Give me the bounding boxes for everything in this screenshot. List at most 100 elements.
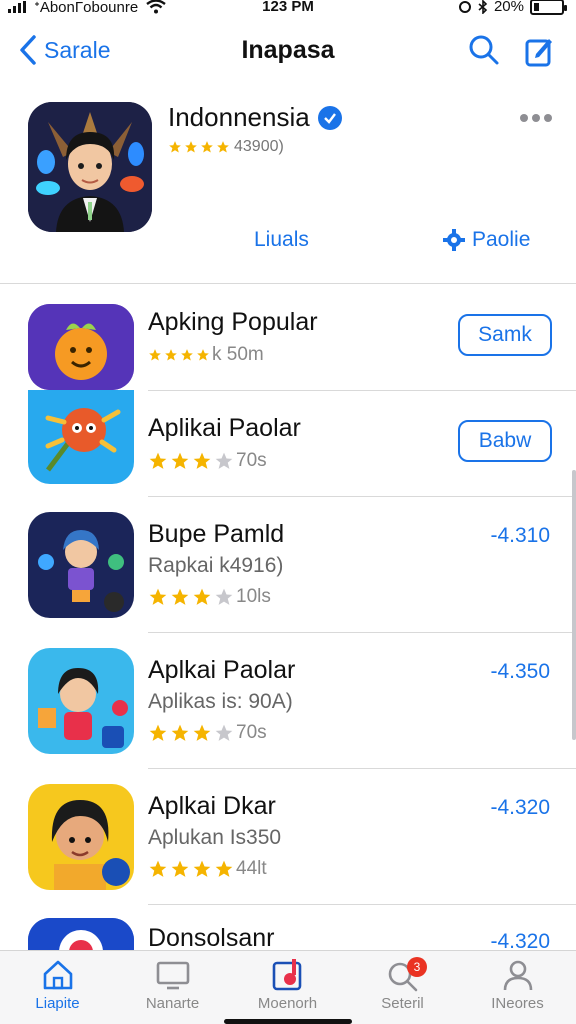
star-icon: [171, 452, 189, 469]
app-title: Apking Popular: [148, 308, 318, 336]
tab-today[interactable]: Nanarte: [115, 955, 230, 1012]
price-button[interactable]: -4.350: [490, 660, 550, 684]
featured-app: Indonnensia 43900) Liuals Paolie: [0, 100, 576, 284]
rating-count: 10ls: [236, 586, 271, 607]
featured-app-title[interactable]: Indonnensia: [168, 102, 342, 133]
list-item[interactable]: Apking Popular k 50m Samk: [0, 304, 576, 404]
star-rating: [148, 723, 234, 743]
tab-bar: Liapite Nanarte Moenorh 3 Seteril INeore…: [0, 950, 576, 1024]
divider: [148, 768, 576, 769]
tab-apps[interactable]: Moenorh: [230, 955, 345, 1012]
profile-link-label: Paolie: [472, 228, 531, 251]
tab-label: Nanarte: [145, 995, 200, 1012]
tab-label: Seteril: [381, 995, 424, 1012]
star-icon: [149, 588, 167, 605]
apps-icon: [272, 959, 301, 991]
app-title: Bupe Pamld: [148, 520, 285, 548]
star-icon: [185, 141, 197, 153]
star-icon: [193, 588, 211, 605]
tab-home[interactable]: Liapite: [0, 955, 115, 1012]
star-icon: [171, 724, 189, 741]
star-icon: [193, 724, 211, 741]
app-icon: [28, 918, 134, 950]
person-icon: [503, 960, 532, 991]
reviews-link[interactable]: Liuals: [254, 228, 309, 252]
verified-badge-icon: [317, 105, 342, 130]
star-icon: [171, 860, 189, 877]
app-rating: 10ls: [148, 586, 271, 608]
star-icon: [193, 452, 211, 469]
gear-icon: [443, 229, 465, 251]
list-item[interactable]: Aplikai Paolar 70s Babw: [0, 390, 576, 498]
app-icon: [28, 784, 134, 890]
app-rating: k 50m: [148, 344, 264, 366]
app-rating: 70s: [148, 450, 267, 472]
star-icon: [181, 349, 193, 361]
list-item[interactable]: Aplkai Dkar Aplukan Is350 44lt -4.320: [0, 784, 576, 906]
app-title: Aplkai Paolar: [148, 656, 296, 684]
list-item[interactable]: Donsolsanr -4.320: [0, 918, 576, 950]
star-rating: [148, 348, 210, 362]
notification-badge: 3: [407, 957, 427, 977]
star-rating: [168, 140, 230, 154]
app-subtitle: Aplikas is: 90A): [148, 690, 293, 713]
list-item[interactable]: Bupe Pamld Rapkai k4916) 10ls -4.310: [0, 512, 576, 634]
divider: [148, 904, 576, 905]
star-rating: [148, 859, 234, 879]
app-icon: [28, 512, 134, 618]
battery-icon: [530, 0, 567, 15]
app-title: Aplikai Paolar: [148, 414, 301, 442]
compose-icon[interactable]: [524, 34, 554, 68]
app-title: Donsolsanr: [148, 924, 275, 950]
featured-app-name: Indonnensia: [168, 102, 310, 132]
home-icon: [43, 960, 72, 990]
navigation-bar: Sarale Inapasa: [0, 26, 576, 80]
app-subtitle: Aplukan Is350: [148, 826, 282, 849]
status-bar: ᐩAbonΓobounre 123 PM 20%: [0, 0, 576, 16]
star-icon: [215, 724, 233, 741]
app-title: Aplkai Dkar: [148, 792, 276, 820]
app-icon: [28, 304, 134, 390]
star-rating: [148, 451, 234, 471]
battery-percent: 20%: [493, 0, 524, 15]
home-indicator: [224, 1019, 352, 1024]
star-icon: [149, 452, 167, 469]
tab-search[interactable]: 3 Seteril: [345, 955, 460, 1012]
price-button[interactable]: -4.320: [490, 930, 550, 950]
list-item[interactable]: Aplkai Paolar Aplikas is: 90A) 70s -4.35…: [0, 648, 576, 770]
star-icon: [149, 860, 167, 877]
reviews-link-label: Liuals: [254, 228, 309, 251]
scrollbar[interactable]: [572, 470, 576, 740]
get-button[interactable]: Samk: [458, 314, 552, 356]
star-icon: [197, 349, 209, 361]
tab-label: Liapite: [35, 995, 80, 1012]
star-icon: [201, 141, 213, 153]
rating-count: 70s: [236, 450, 267, 471]
star-icon: [149, 724, 167, 741]
tab-label: INeores: [491, 995, 544, 1012]
star-icon: [171, 588, 189, 605]
rating-count: 70s: [236, 722, 267, 743]
more-options-icon[interactable]: [520, 114, 552, 122]
price-button[interactable]: -4.310: [490, 524, 550, 548]
featured-app-icon[interactable]: [28, 102, 152, 232]
star-icon: [193, 860, 211, 877]
star-icon: [149, 349, 161, 361]
location-icon: [458, 0, 471, 13]
monitor-icon: [156, 961, 189, 990]
profile-link[interactable]: Paolie: [442, 228, 530, 252]
get-button[interactable]: Babw: [458, 420, 552, 462]
app-icon: [28, 648, 134, 754]
star-rating: [148, 587, 234, 607]
star-icon: [169, 141, 181, 153]
rating-count: 44lt: [236, 858, 267, 879]
app-rating: 70s: [148, 722, 267, 744]
divider: [148, 496, 576, 497]
price-button[interactable]: -4.320: [490, 796, 550, 820]
search-icon[interactable]: [468, 34, 500, 66]
app-rating: 44lt: [148, 858, 267, 880]
star-icon: [215, 860, 233, 877]
rating-count: k 50m: [212, 344, 264, 365]
tab-profile[interactable]: INeores: [460, 955, 575, 1012]
star-icon: [165, 349, 177, 361]
